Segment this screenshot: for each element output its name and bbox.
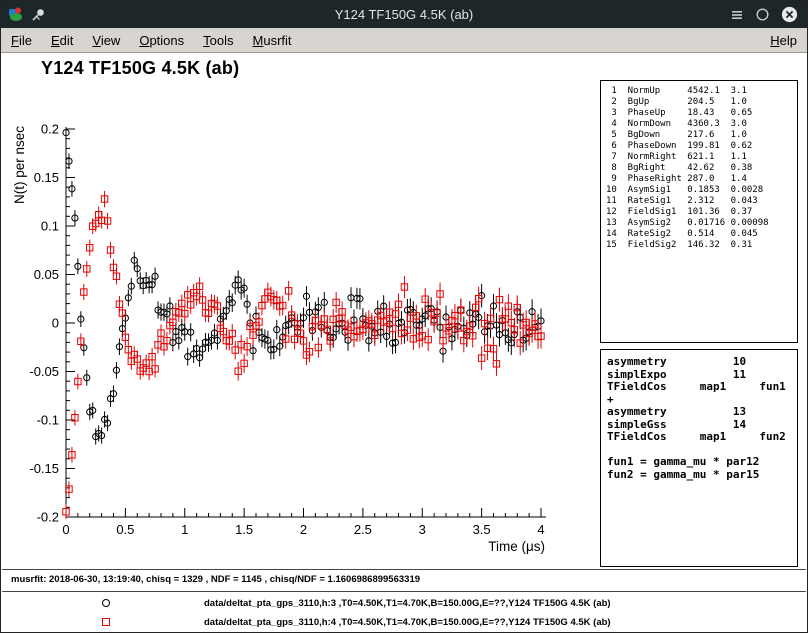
canvas-area: Y124 TF150G 4.5K (ab) -0.2 -0.15 -0.1 -0.05… [1, 53, 807, 632]
close-icon[interactable] [781, 6, 798, 23]
svg-text:0.2: 0.2 [41, 122, 59, 137]
menu-help-rest: elp [780, 33, 797, 48]
series-circles [63, 125, 544, 445]
svg-text:2: 2 [300, 522, 307, 537]
menu-view[interactable]: View [92, 33, 120, 48]
svg-text:4: 4 [537, 522, 544, 537]
menu-bar: File Edit View Options Tools Musrfit Help [1, 28, 807, 53]
circle-marker-icon [102, 599, 110, 607]
legend-label: data/deltat_pta_gps_3110,h:3 ,T0=4.50K,T… [204, 598, 611, 609]
plot-title: Y124 TF150G 4.5K (ab) [41, 58, 239, 79]
menu-tools[interactable]: Tools [203, 33, 233, 48]
separator-line-top [2, 569, 806, 570]
menu-help[interactable]: Help [770, 33, 797, 48]
plot-canvas[interactable]: -0.2 -0.15 -0.1 -0.05 0 0.05 0.1 0.15 0.2 0 0.5 1 1.… [9, 91, 565, 561]
list-icon[interactable] [730, 8, 744, 22]
svg-text:3.5: 3.5 [473, 522, 491, 537]
plot-legend: data/deltat_pta_gps_3110,h:3 ,T0=4.50K,T… [1, 594, 807, 632]
svg-text:0: 0 [52, 316, 59, 331]
svg-text:1: 1 [181, 522, 188, 537]
svg-text:Time (μs): Time (μs) [488, 539, 545, 554]
svg-text:0: 0 [62, 522, 69, 537]
svg-text:1.5: 1.5 [235, 522, 253, 537]
square-marker-icon [102, 618, 110, 626]
legend-item: data/deltat_pta_gps_3110,h:3 ,T0=4.50K,T… [1, 594, 807, 613]
title-bar[interactable]: Y124 TF150G 4.5K (ab) [1, 1, 807, 28]
legend-label: data/deltat_pta_gps_3110,h:4 ,T0=4.50K,T… [204, 617, 611, 628]
menu-file[interactable]: File [11, 33, 32, 48]
separator-line-bottom [2, 591, 806, 592]
parameter-box: 1 NormUp 4542.1 3.1 2 BgUp 204.5 1.0 3 P… [600, 80, 798, 343]
app-icon[interactable] [7, 6, 23, 22]
parameter-list: 1 NormUp 4542.1 3.1 2 BgUp 204.5 1.0 3 P… [601, 81, 797, 251]
svg-text:0.5: 0.5 [116, 522, 134, 537]
theory-box: asymmetry 10 simplExpo 11 TFieldCos map1… [600, 349, 798, 567]
axes [66, 129, 546, 517]
menu-musrfit[interactable]: Musrfit [253, 33, 292, 48]
status-text: musrfit: 2018-06-30, 13:19:40, chisq = 1… [11, 574, 420, 585]
pin-icon[interactable] [30, 7, 45, 22]
svg-text:-0.1: -0.1 [37, 413, 59, 428]
svg-text:0.1: 0.1 [41, 219, 59, 234]
ring-icon[interactable] [755, 7, 770, 22]
legend-item: data/deltat_pta_gps_3110,h:4 ,T0=4.50K,T… [1, 613, 807, 632]
menu-options[interactable]: Options [139, 33, 184, 48]
svg-text:0.05: 0.05 [34, 267, 59, 282]
menu-edit[interactable]: Edit [51, 33, 73, 48]
window-title: Y124 TF150G 4.5K (ab) [1, 7, 807, 22]
svg-text:2.5: 2.5 [354, 522, 372, 537]
svg-text:-0.05: -0.05 [29, 364, 59, 379]
svg-text:-0.2: -0.2 [37, 510, 59, 525]
svg-text:N(t) per nsec: N(t) per nsec [12, 126, 27, 204]
svg-text:3: 3 [419, 522, 426, 537]
app-window: Y124 TF150G 4.5K (ab) File Edit View Option… [0, 0, 808, 633]
svg-text:0.15: 0.15 [34, 170, 59, 185]
svg-text:-0.15: -0.15 [29, 461, 59, 476]
series-squares [63, 191, 544, 520]
theory-block: asymmetry 10 simplExpo 11 TFieldCos map1… [601, 350, 797, 481]
